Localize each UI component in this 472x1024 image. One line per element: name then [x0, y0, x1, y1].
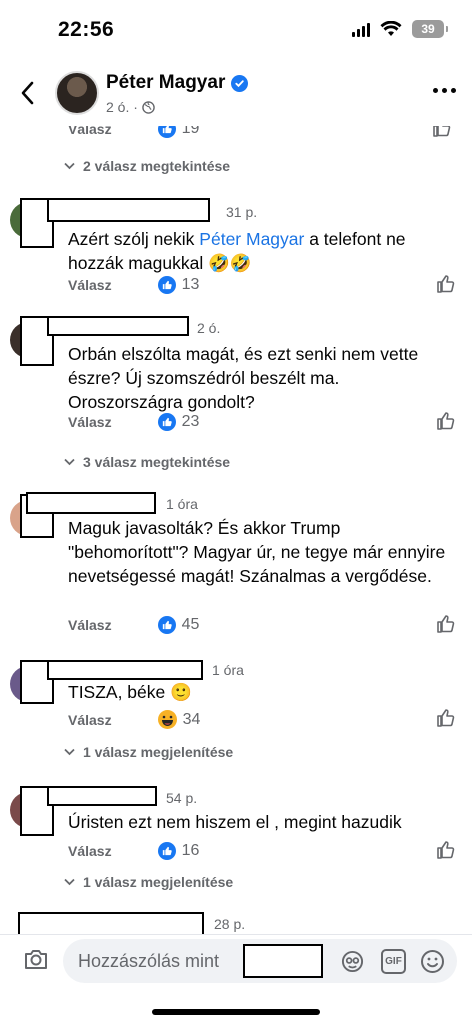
like-outline-icon[interactable]: [436, 274, 456, 294]
like-reaction-icon: [157, 842, 176, 860]
comment-input-placeholder: Hozzászólás mint: [78, 951, 220, 971]
signal-icon: [352, 21, 370, 37]
redacted-name: [47, 786, 157, 806]
like-count-value: 34: [182, 710, 201, 728]
page-name[interactable]: Péter Magyar: [106, 72, 249, 94]
comment-time: 2 ó.: [197, 320, 221, 336]
partial-comment-actions: Válasz 19: [68, 126, 468, 138]
comment-text: TISZA, béke 🙂: [68, 682, 192, 702]
view-replies-link[interactable]: 1 válasz megjelenítése: [64, 874, 233, 890]
comment-time: 54 p.: [166, 790, 198, 806]
avatar-sticker-icon[interactable]: [341, 950, 364, 973]
reply-link[interactable]: Válasz: [68, 277, 112, 293]
comment-time: 28 p.: [214, 916, 246, 932]
redacted-name: [47, 316, 189, 336]
like-count[interactable]: 23: [157, 413, 200, 431]
post-meta: 2 ó. ·: [106, 99, 155, 115]
redacted-name: [47, 660, 203, 680]
view-replies-label: 1 válasz megjelenítése: [83, 874, 234, 890]
more-options-button[interactable]: [433, 88, 456, 93]
post-header: Péter Magyar 2 ó. ·: [0, 62, 472, 126]
redacted-name: [243, 944, 323, 978]
like-count[interactable]: 45: [157, 616, 200, 634]
redacted-name: [47, 198, 210, 222]
comment-text: Orbán elszólta magát, és ezt senki nem v…: [68, 344, 419, 412]
like-reaction-icon: [157, 616, 176, 634]
wifi-icon: [380, 21, 402, 36]
comment-text: Úristen ezt nem hiszem el , megint hazud…: [68, 812, 402, 832]
comment-composer: Hozzászólás mint GIF: [0, 934, 472, 1024]
comment-input[interactable]: Hozzászólás mint GIF: [63, 939, 457, 983]
mention-link[interactable]: Péter Magyar: [199, 229, 304, 249]
comment-actions: Válasz 34: [68, 710, 200, 729]
like-count-value: 13: [181, 276, 200, 293]
comment-actions: Válasz 45: [68, 616, 199, 634]
like-count[interactable]: 13: [157, 276, 200, 294]
comment-text: Azért szólj nekik Péter Magyar a telefon…: [68, 229, 406, 273]
view-replies-link[interactable]: 2 válasz megtekintése: [64, 158, 230, 174]
home-indicator: [152, 1009, 320, 1015]
like-count-value: 19: [181, 126, 200, 137]
page-avatar[interactable]: [55, 71, 99, 115]
like-count[interactable]: 34: [157, 710, 201, 729]
chevron-left-icon: [21, 81, 34, 105]
page-name-label: Péter Magyar: [106, 72, 226, 93]
chevron-down-icon: [64, 458, 75, 466]
chevron-down-icon: [64, 162, 75, 170]
chevron-down-icon: [64, 878, 75, 886]
comment-text: Maguk javasolták? És akkor Trump "behomo…: [68, 518, 446, 586]
partial-comment: 28 p.: [0, 912, 472, 934]
view-replies-link[interactable]: 1 válasz megjelenítése: [64, 744, 233, 760]
like-reaction-icon: [157, 413, 176, 431]
haha-reaction-icon: [157, 710, 177, 729]
like-count[interactable]: 16: [157, 842, 200, 860]
view-replies-link[interactable]: 3 válasz megtekintése: [64, 454, 230, 470]
comment-time: 1 óra: [166, 496, 198, 512]
reply-link[interactable]: Válasz: [68, 617, 112, 633]
like-outline-icon[interactable]: [436, 614, 456, 634]
like-outline-icon[interactable]: [436, 411, 456, 431]
gif-icon[interactable]: GIF: [381, 949, 406, 974]
reply-link[interactable]: Válasz: [68, 843, 112, 859]
like-count-value: 45: [181, 616, 200, 633]
like-count[interactable]: 19: [157, 126, 200, 138]
view-replies-label: 1 válasz megjelenítése: [83, 744, 234, 760]
like-reaction-icon: [157, 126, 176, 138]
comment-actions: Válasz 16: [68, 842, 199, 860]
comment-time: 1 óra: [212, 662, 244, 678]
like-reaction-icon: [157, 276, 176, 294]
status-icons: 39: [352, 20, 448, 38]
like-count-value: 16: [181, 842, 200, 859]
redacted-name: [18, 912, 204, 934]
comments-feed[interactable]: Válasz 19 2 válasz megtekintése 31 p. Az…: [0, 126, 472, 934]
view-replies-label: 3 válasz megtekintése: [83, 454, 231, 470]
status-bar: 22:56 39: [0, 0, 472, 62]
reply-link[interactable]: Válasz: [68, 414, 112, 430]
comment-actions: Válasz 23: [68, 413, 199, 431]
like-outline-icon[interactable]: [432, 126, 452, 138]
comment-time: 31 p.: [226, 204, 258, 220]
like-outline-icon[interactable]: [436, 840, 456, 860]
like-count-value: 23: [181, 413, 200, 430]
like-outline-icon[interactable]: [436, 708, 456, 728]
back-button[interactable]: [12, 78, 42, 108]
chevron-down-icon: [64, 748, 75, 756]
verified-badge-icon: [231, 74, 249, 92]
redacted-name: [26, 492, 156, 514]
emoji-icon[interactable]: [420, 949, 445, 974]
reply-link[interactable]: Válasz: [68, 712, 112, 728]
battery-icon: 39: [412, 20, 448, 38]
globe-icon: [142, 100, 155, 114]
post-time: 2 ó. ·: [106, 99, 138, 115]
comment-actions: Válasz 13: [68, 276, 199, 294]
status-time: 22:56: [58, 18, 115, 41]
reply-link[interactable]: Válasz: [68, 126, 112, 137]
view-replies-label: 2 válasz megtekintése: [83, 158, 231, 174]
camera-icon[interactable]: [22, 945, 50, 973]
